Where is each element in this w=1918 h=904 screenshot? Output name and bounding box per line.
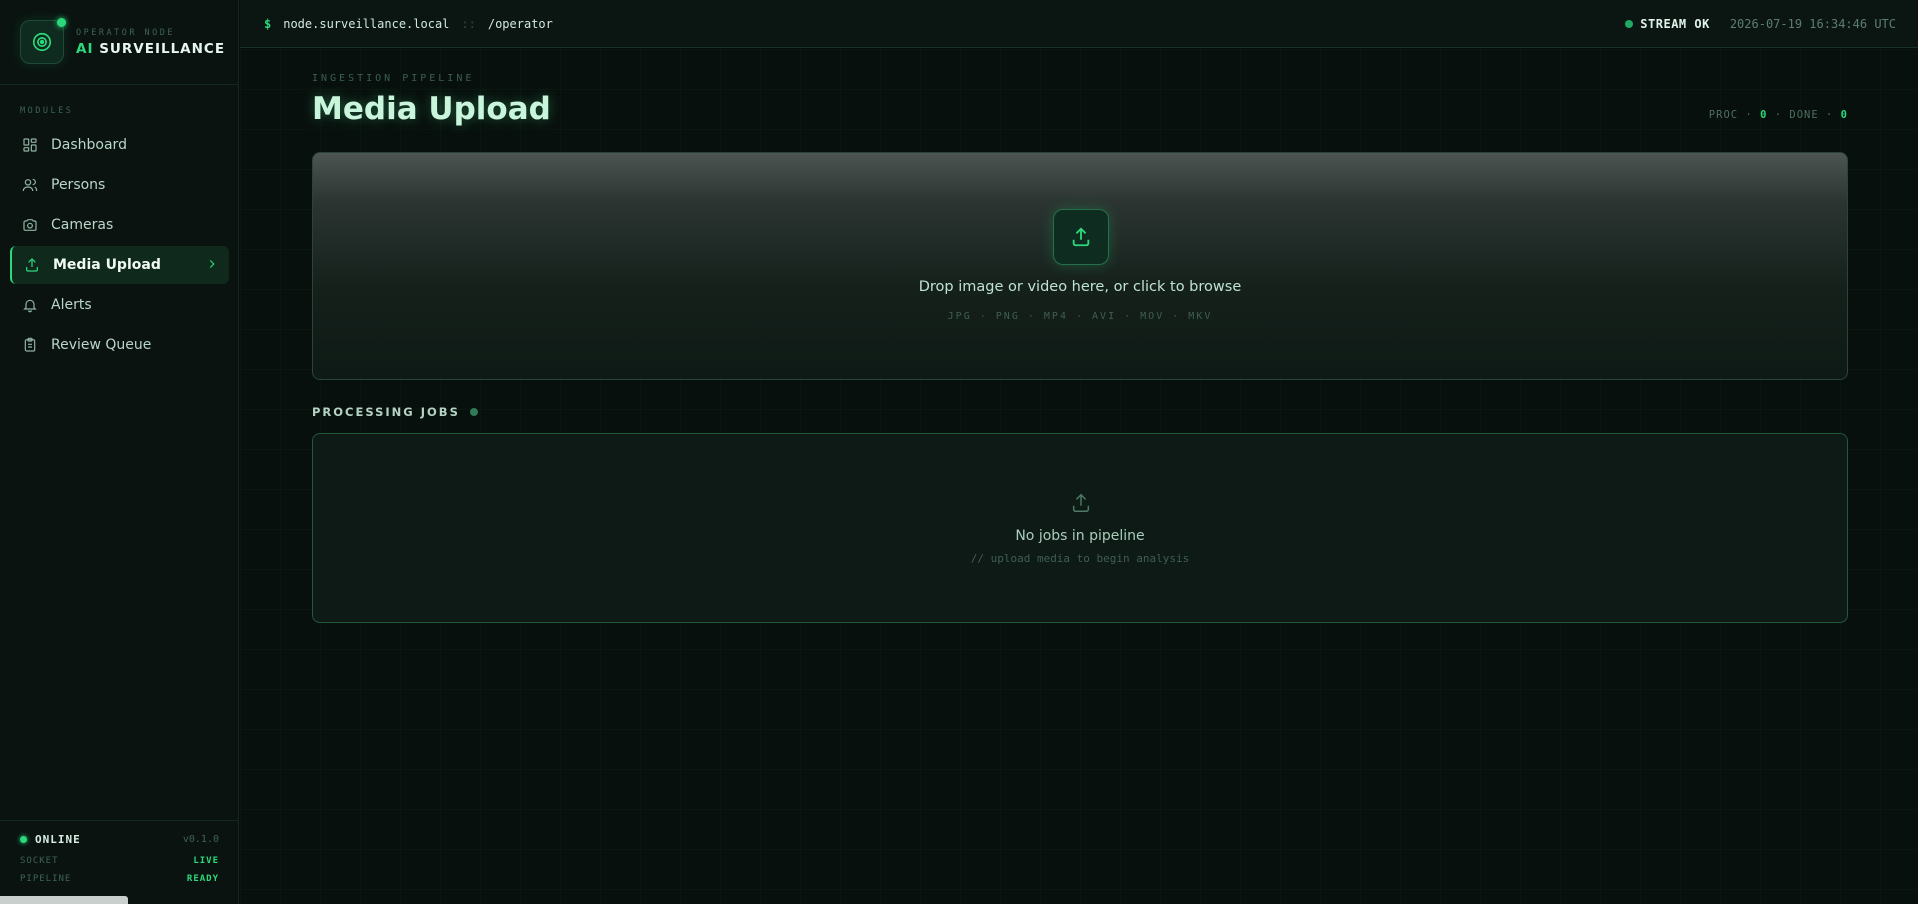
bell-icon xyxy=(23,299,37,313)
sidebar-item-label: Persons xyxy=(51,177,106,193)
shell-prompt: $ xyxy=(264,16,272,31)
counter-dot: · xyxy=(1774,109,1783,121)
socket-label: SOCKET xyxy=(20,856,59,866)
page-eyebrow: INGESTION PIPELINE xyxy=(312,73,475,84)
logo-status-dot xyxy=(57,18,66,27)
sidebar-item-label: Alerts xyxy=(51,297,92,313)
route-path: /operator xyxy=(487,16,553,31)
stream-status: STREAM OK xyxy=(1625,17,1710,31)
camera-icon xyxy=(23,219,37,231)
done-count: 0 xyxy=(1840,109,1848,121)
brand-title-accent: AI xyxy=(76,40,94,57)
done-label: DONE xyxy=(1789,109,1819,121)
sidebar: OPERATOR NODE AI SURVEILLANCE MODULES Da… xyxy=(0,0,239,904)
proc-label: PROC xyxy=(1708,109,1739,121)
empty-jobs-hint: // upload media to begin analysis xyxy=(970,552,1190,565)
brand-title: AI SURVEILLANCE xyxy=(76,41,225,57)
brand-subtitle: OPERATOR NODE xyxy=(76,27,176,38)
breadcrumb-separator: :: xyxy=(461,16,476,31)
sidebar-item-review-queue[interactable]: Review Queue xyxy=(10,326,229,364)
counter-dot: · xyxy=(1745,109,1753,121)
status-tooltip-bar xyxy=(0,896,128,904)
sidebar-item-media-upload[interactable]: Media Upload xyxy=(10,246,229,284)
version-label: v0.1.0 xyxy=(182,834,219,845)
counter-dot: · xyxy=(1826,109,1834,121)
sidebar-item-cameras[interactable]: Cameras xyxy=(10,206,229,244)
users-icon xyxy=(22,178,38,192)
brand: OPERATOR NODE AI SURVEILLANCE xyxy=(0,0,238,85)
host-name: node.surveillance.local xyxy=(283,16,450,31)
timestamp: 2026-07-19 16:34:46 UTC xyxy=(1729,16,1896,31)
radar-logo-icon xyxy=(20,18,66,64)
online-dot xyxy=(20,836,27,843)
stream-dot xyxy=(1625,19,1634,28)
upload-dropzone[interactable]: Drop image or video here, or click to br… xyxy=(312,152,1848,380)
topbar-status: STREAM OK 2026-07-19 16:34:46 UTC xyxy=(1625,17,1896,31)
upload-icon xyxy=(1072,493,1090,512)
processing-jobs-title: PROCESSING JOBS xyxy=(312,405,460,419)
socket-value: LIVE xyxy=(193,856,219,866)
job-counters: PROC · 0 · DONE · 0 xyxy=(1709,109,1848,121)
sidebar-footer: ONLINE v0.1.0 SOCKET LIVE PIPELINE READY xyxy=(0,820,239,904)
sidebar-item-persons[interactable]: Persons xyxy=(10,166,229,204)
sidebar-nav: Dashboard Persons Cameras Media Upload A… xyxy=(10,126,229,366)
sidebar-item-label: Cameras xyxy=(51,217,114,233)
upload-icon xyxy=(26,258,38,272)
upload-icon xyxy=(1053,209,1109,265)
clipboard-icon xyxy=(24,337,36,352)
sidebar-item-label: Media Upload xyxy=(53,257,161,273)
jobs-status-dot xyxy=(469,408,478,416)
pipeline-value: READY xyxy=(186,874,219,884)
online-status: ONLINE xyxy=(20,833,81,846)
sidebar-item-label: Review Queue xyxy=(51,337,152,353)
supported-formats: JPG · PNG · MP4 · AVI · MOV · MKV xyxy=(947,311,1213,322)
page-title: Media Upload xyxy=(312,91,551,127)
chevron-right-icon xyxy=(209,260,215,268)
sidebar-item-dashboard[interactable]: Dashboard xyxy=(10,126,229,164)
pipeline-label: PIPELINE xyxy=(20,874,72,884)
topbar: $ node.surveillance.local :: /operator S… xyxy=(240,0,1918,48)
online-label: ONLINE xyxy=(35,833,81,846)
processing-jobs-panel: No jobs in pipeline // upload media to b… xyxy=(312,433,1848,623)
sidebar-item-label: Dashboard xyxy=(51,137,127,153)
dropzone-text: Drop image or video here, or click to br… xyxy=(918,279,1242,295)
sidebar-item-alerts[interactable]: Alerts xyxy=(10,286,229,324)
empty-jobs-title: No jobs in pipeline xyxy=(1015,528,1145,544)
processing-jobs-heading: PROCESSING JOBS xyxy=(312,405,478,419)
modules-label: MODULES xyxy=(20,106,74,116)
proc-count: 0 xyxy=(1760,109,1768,121)
brand-title-rest: SURVEILLANCE xyxy=(99,40,226,57)
main-content: INGESTION PIPELINE Media Upload PROC · 0… xyxy=(240,49,1918,904)
stream-status-label: STREAM OK xyxy=(1640,16,1710,31)
dashboard-icon xyxy=(23,138,37,152)
breadcrumb: $ node.surveillance.local :: /operator xyxy=(264,17,553,31)
